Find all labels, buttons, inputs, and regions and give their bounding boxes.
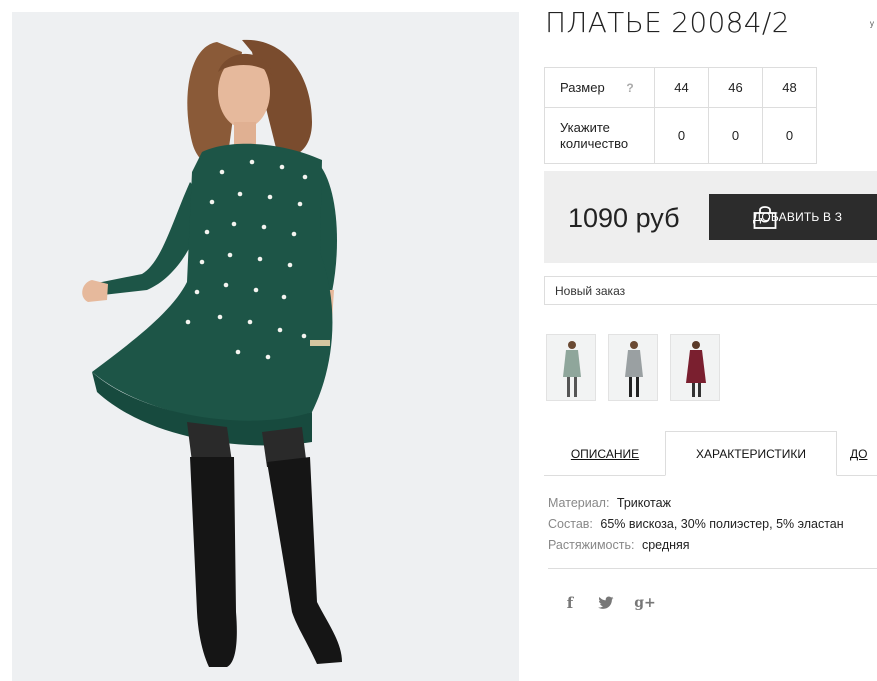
quantity-label-line2: количество <box>560 135 629 151</box>
thumbnail-burgundy-dress-image <box>671 335 719 400</box>
product-tabs: ОПИСАНИЕ ХАРАКТЕРИСТИКИ ДО <box>544 431 877 476</box>
title-side-mark: ʸ <box>870 18 874 32</box>
spec-value: средняя <box>641 538 690 552</box>
size-48: 48 <box>762 67 817 108</box>
thumbnail-3[interactable] <box>670 334 720 401</box>
price-panel: 1090 руб ДОБАВИТЬ В З <box>544 171 877 263</box>
size-label-cell: Размер ? <box>544 67 655 108</box>
spec-key: Состав: <box>548 517 593 531</box>
tab-characteristics[interactable]: ХАРАКТЕРИСТИКИ <box>665 431 837 476</box>
section-divider <box>548 568 877 569</box>
size-46: 46 <box>708 67 763 108</box>
quantity-label-cell: Укажите количество <box>544 107 655 164</box>
spec-row-composition: Состав: 65% вискоза, 30% полиэстер, 5% э… <box>548 514 844 535</box>
spec-key: Материал: <box>548 496 610 510</box>
size-label: Размер <box>560 80 605 95</box>
price: 1090 руб <box>568 203 680 233</box>
spec-row-stretch: Растяжимость: средняя <box>548 535 844 556</box>
tab-characteristics-label: ХАРАКТЕРИСТИКИ <box>695 446 806 461</box>
add-to-cart-button[interactable]: ДОБАВИТЬ В З <box>709 194 877 240</box>
twitter-icon[interactable] <box>596 592 616 614</box>
thumbnail-grey-green-dress-image <box>547 335 595 400</box>
quantity-input-48[interactable]: 0 <box>762 107 817 164</box>
tab-description[interactable]: ОПИСАНИЕ <box>544 431 666 476</box>
thumbnail-1[interactable] <box>546 334 596 401</box>
quantity-input-46[interactable]: 0 <box>708 107 763 164</box>
tab-more-label: ДО <box>850 446 868 461</box>
facebook-icon[interactable]: f <box>560 592 580 614</box>
quantity-input-44[interactable]: 0 <box>654 107 709 164</box>
quantity-row: Укажите количество 0 0 0 <box>544 107 817 164</box>
order-select[interactable]: Новый заказ <box>544 276 877 305</box>
quantity-label-line1: Укажите <box>560 119 610 135</box>
thumbnail-2[interactable] <box>608 334 658 401</box>
thumbnail-grey-dress-image <box>609 335 657 400</box>
model-in-green-dress-image <box>12 12 519 681</box>
product-title: ПЛАТЬЕ 20084/2 <box>545 6 790 39</box>
size-quantity-table: Размер ? 44 46 48 Укажите количество 0 0… <box>544 67 817 164</box>
twitter-bird-icon <box>598 596 614 609</box>
spec-value: Трикотаж <box>616 496 671 510</box>
spec-key: Растяжимость: <box>548 538 635 552</box>
spec-value: 65% вискоза, 30% полиэстер, 5% эластан <box>600 517 844 531</box>
characteristics-list: Материал: Трикотаж Состав: 65% вискоза, … <box>548 493 844 556</box>
size-row: Размер ? 44 46 48 <box>544 67 817 108</box>
product-main-photo[interactable] <box>12 12 519 681</box>
size-44: 44 <box>654 67 709 108</box>
google-plus-icon[interactable]: g+ <box>632 592 658 614</box>
tab-more[interactable]: ДО <box>850 431 877 476</box>
size-help-icon[interactable]: ? <box>626 81 633 95</box>
spec-row-material: Материал: Трикотаж <box>548 493 844 514</box>
tab-description-label: ОПИСАНИЕ <box>570 446 640 461</box>
shopping-bag-icon <box>753 206 777 229</box>
